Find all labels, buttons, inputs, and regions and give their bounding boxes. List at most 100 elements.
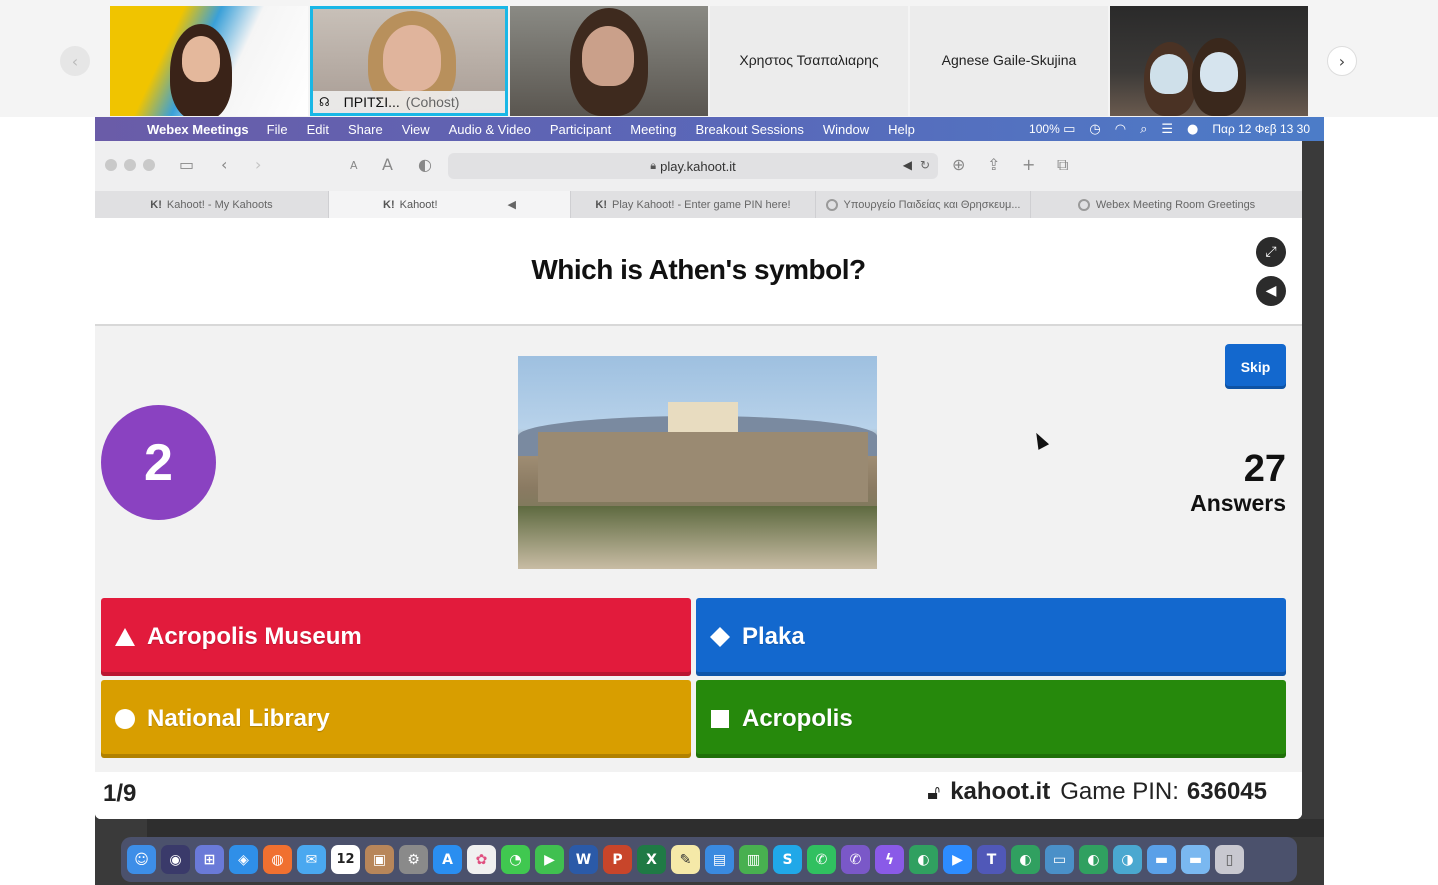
numbers-icon[interactable]: ▥	[739, 845, 768, 874]
participant-name-tile[interactable]: Χρηστος Τσαπαλιαρης	[710, 6, 908, 116]
menu-share[interactable]: Share	[348, 122, 383, 137]
trash-icon[interactable]: ▯	[1215, 845, 1244, 874]
messenger-icon[interactable]: ϟ	[875, 845, 904, 874]
answer-option-3[interactable]: National Library	[101, 680, 691, 758]
excel-icon[interactable]: X	[637, 845, 666, 874]
webex-meetings-icon[interactable]: ◐	[1011, 845, 1040, 874]
messages-icon[interactable]: ◔	[501, 845, 530, 874]
menu-participant[interactable]: Participant	[550, 122, 611, 137]
pages-icon[interactable]: ✎	[671, 845, 700, 874]
battery-status[interactable]: 100% ▭	[1029, 122, 1075, 137]
powerpoint-icon[interactable]: P	[603, 845, 632, 874]
spotlight-icon[interactable]: ⌕	[1140, 122, 1147, 137]
question-image	[518, 356, 877, 569]
tab-overview-icon[interactable]: ⧉	[1057, 155, 1068, 175]
kahoot-favicon-icon: K!	[595, 198, 608, 211]
menu-file[interactable]: File	[267, 122, 288, 137]
participant-video-tile[interactable]	[510, 6, 708, 116]
finder-icon[interactable]: ☺	[127, 845, 156, 874]
siri-icon[interactable]: ●	[1187, 122, 1198, 137]
launchpad-icon[interactable]: ⊞	[195, 845, 224, 874]
tab-my-kahoots[interactable]: K! Kahoot! - My Kahoots	[95, 191, 329, 218]
speaker-icon[interactable]: ◀︎	[903, 158, 912, 172]
preview-icon[interactable]: ◑	[1113, 845, 1142, 874]
new-tab-icon[interactable]: +	[1022, 155, 1035, 174]
chevron-left-icon: ‹	[71, 51, 79, 71]
kahoot-game: Which is Athen's symbol? ⤢ ◀︎ 2 Skip 27 …	[95, 218, 1302, 819]
minimize-window-button[interactable]	[124, 159, 136, 171]
documents-folder-icon[interactable]: ▬	[1181, 845, 1210, 874]
close-window-button[interactable]	[105, 159, 117, 171]
menu-help[interactable]: Help	[888, 122, 915, 137]
skip-button[interactable]: Skip	[1225, 344, 1286, 389]
calendar-icon[interactable]: 12	[331, 845, 360, 874]
control-center-icon[interactable]: ☰	[1161, 122, 1173, 137]
siri-dock-icon[interactable]: ◉	[161, 845, 190, 874]
headset-icon: ☊	[319, 95, 330, 109]
text-larger-icon[interactable]: A	[382, 155, 393, 174]
fullscreen-button[interactable]: ⤢	[1256, 237, 1286, 267]
webex-teams-icon[interactable]: ◐	[1079, 845, 1108, 874]
word-icon[interactable]: W	[569, 845, 598, 874]
zoom-icon[interactable]: ▶	[943, 845, 972, 874]
teams-icon[interactable]: T	[977, 845, 1006, 874]
mail-icon[interactable]: ✉	[297, 845, 326, 874]
background-window	[1324, 117, 1438, 885]
answer-option-2[interactable]: Plaka	[696, 598, 1286, 676]
app-menu[interactable]: Webex Meetings	[147, 122, 249, 137]
download-icon[interactable]: ⊕	[952, 155, 965, 174]
tab-audio-icon[interactable]: ◀︎	[508, 198, 516, 211]
address-bar[interactable]: 🔒︎ play.kahoot.it ◀︎ ↻	[448, 153, 938, 179]
question-header: Which is Athen's symbol? ⤢ ◀︎	[95, 218, 1302, 326]
system-preferences-icon[interactable]: ⚙	[399, 845, 428, 874]
menu-view[interactable]: View	[402, 122, 430, 137]
participant-video-tile[interactable]	[1110, 6, 1308, 116]
wifi-icon[interactable]: ◠	[1115, 122, 1126, 137]
firefox-icon[interactable]: ◍	[263, 845, 292, 874]
viber-icon[interactable]: ✆	[841, 845, 870, 874]
safari-icon[interactable]: ◈	[229, 845, 258, 874]
menu-bar-clock[interactable]: Παρ 12 Φεβ 13 30	[1212, 122, 1310, 136]
answer-label: Acropolis	[742, 705, 853, 732]
keynote-icon[interactable]: ▤	[705, 845, 734, 874]
webex-icon[interactable]: ◐	[909, 845, 938, 874]
menu-meeting[interactable]: Meeting	[630, 122, 676, 137]
answer-option-4[interactable]: Acropolis	[696, 680, 1286, 758]
forward-icon[interactable]: ›	[255, 155, 261, 174]
strip-next-button[interactable]: ›	[1327, 46, 1357, 76]
participant-video-tile-active[interactable]: ☊ ΠΡΙΤΣΙ... (Cohost)	[310, 6, 508, 116]
strip-previous-button[interactable]: ‹	[60, 46, 90, 76]
privacy-shield-icon[interactable]: ◐	[418, 155, 432, 174]
app-window-icon[interactable]: ▭	[1045, 845, 1074, 874]
menu-window[interactable]: Window	[823, 122, 869, 137]
reload-icon[interactable]: ↻	[920, 158, 930, 172]
text-smaller-icon[interactable]: A	[350, 159, 358, 172]
facetime-icon[interactable]: ▶	[535, 845, 564, 874]
skype-icon[interactable]: S	[773, 845, 802, 874]
tab-ministry[interactable]: Υπουργείο Παιδείας και Θρησκευμ...	[816, 191, 1031, 218]
participant-name-tile[interactable]: Agnese Gaile-Skujina	[910, 6, 1108, 116]
sound-button[interactable]: ◀︎	[1256, 276, 1286, 306]
photos-icon[interactable]: ✿	[467, 845, 496, 874]
menu-breakout-sessions[interactable]: Breakout Sessions	[695, 122, 803, 137]
downloads-folder-icon[interactable]: ▬	[1147, 845, 1176, 874]
parthenon	[668, 402, 738, 432]
zoom-window-button[interactable]	[143, 159, 155, 171]
lock-icon[interactable]: 🔓︎	[927, 780, 940, 804]
participant-video-tile[interactable]	[110, 6, 308, 116]
menu-audio-video[interactable]: Audio & Video	[449, 122, 531, 137]
share-icon[interactable]: ⇪	[987, 155, 1000, 174]
globe-icon	[825, 198, 838, 211]
menu-edit[interactable]: Edit	[307, 122, 329, 137]
participant-name-bar: ☊ ΠΡΙΤΣΙ... (Cohost)	[313, 91, 505, 113]
back-icon[interactable]: ‹	[221, 155, 227, 174]
sidebar-toggle-icon[interactable]: ▭	[179, 155, 194, 174]
tab-enter-game-pin[interactable]: K! Play Kahoot! - Enter game PIN here!	[571, 191, 816, 218]
time-machine-icon[interactable]: ◷	[1089, 122, 1100, 137]
tab-kahoot-active[interactable]: K! Kahoot! ◀︎	[329, 191, 571, 218]
tab-webex-greetings[interactable]: Webex Meeting Room Greetings	[1031, 191, 1302, 218]
contacts-icon[interactable]: ▣	[365, 845, 394, 874]
whatsapp-icon[interactable]: ✆	[807, 845, 836, 874]
app-store-icon[interactable]: A	[433, 845, 462, 874]
answer-option-1[interactable]: Acropolis Museum	[101, 598, 691, 676]
